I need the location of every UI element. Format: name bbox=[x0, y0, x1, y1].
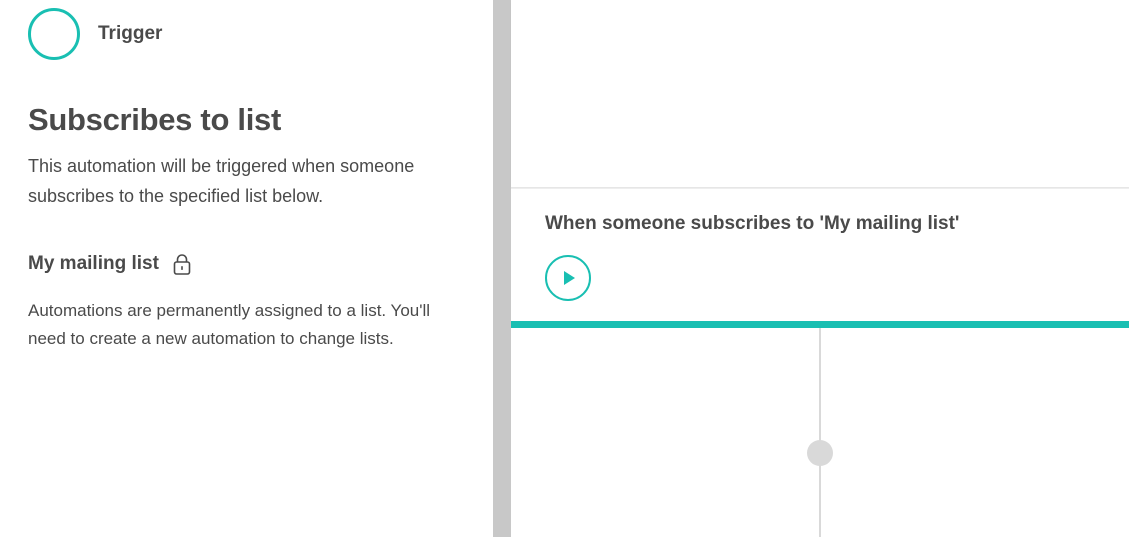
lock-icon bbox=[173, 253, 191, 275]
helper-text: Automations are permanently assigned to … bbox=[28, 297, 465, 351]
panel-heading: Subscribes to list bbox=[28, 102, 465, 138]
trigger-config-panel: Trigger Subscribes to list This automati… bbox=[0, 0, 493, 537]
trigger-card-title: When someone subscribes to 'My mailing l… bbox=[545, 213, 1129, 235]
list-row: My mailing list bbox=[28, 253, 465, 275]
flow-connector-line bbox=[819, 328, 821, 537]
app-root: Trigger Subscribes to list This automati… bbox=[0, 0, 1129, 537]
list-name: My mailing list bbox=[28, 253, 159, 275]
canvas-inner: When someone subscribes to 'My mailing l… bbox=[511, 0, 1129, 537]
panel-description: This automation will be triggered when s… bbox=[28, 152, 465, 211]
automation-canvas: When someone subscribes to 'My mailing l… bbox=[511, 0, 1129, 537]
trigger-card[interactable]: When someone subscribes to 'My mailing l… bbox=[511, 188, 1129, 321]
panel-scrollbar[interactable] bbox=[493, 0, 511, 537]
flow-area bbox=[511, 328, 1129, 537]
step-circle-icon bbox=[28, 8, 80, 60]
step-header: Trigger bbox=[28, 8, 465, 60]
add-step-node[interactable] bbox=[807, 440, 833, 466]
step-label: Trigger bbox=[98, 23, 162, 45]
canvas-top-gap bbox=[511, 0, 1129, 188]
trigger-card-accent-bar bbox=[511, 321, 1129, 328]
play-icon bbox=[564, 271, 575, 285]
preview-button[interactable] bbox=[545, 255, 591, 301]
